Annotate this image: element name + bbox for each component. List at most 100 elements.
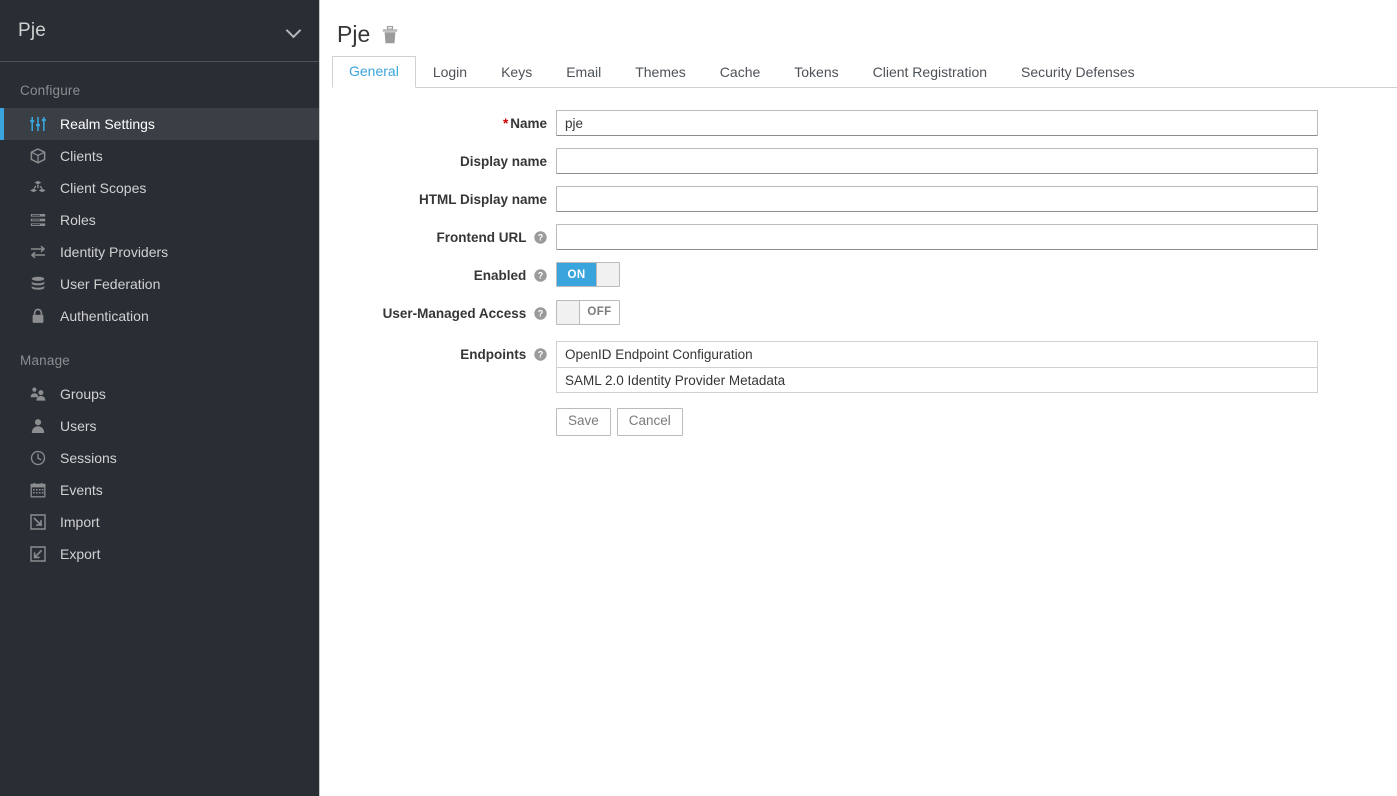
label-user-managed-access: User-Managed Access ?	[320, 300, 556, 326]
control-display-name	[556, 148, 1318, 174]
label-frontend-url: Frontend URL ?	[320, 224, 556, 250]
tab-cache[interactable]: Cache	[703, 57, 777, 89]
sidebar-item-events[interactable]: Events	[0, 474, 319, 506]
form-row-name: * Name	[320, 110, 1397, 136]
sidebar-section-title: Manage	[20, 353, 70, 368]
control-frontend-url	[556, 224, 1318, 250]
users-group-icon	[28, 386, 48, 402]
form-row-html-display-name: HTML Display name	[320, 186, 1397, 212]
sidebar-item-user-federation[interactable]: User Federation	[0, 268, 319, 300]
sidebar-item-label: Realm Settings	[60, 116, 155, 132]
label-endpoints-text: Endpoints	[460, 346, 527, 362]
sidebar-item-label: Sessions	[60, 450, 117, 466]
tab-security-defenses[interactable]: Security Defenses	[1004, 57, 1152, 89]
sidebar-item-label: Import	[60, 514, 100, 530]
form-row-user-managed-access: User-Managed Access ? OFF	[320, 299, 1397, 329]
cube-icon	[28, 148, 48, 164]
lock-icon	[28, 308, 48, 324]
realm-selector-label: Pje	[18, 19, 47, 41]
sidebar-item-authentication[interactable]: Authentication	[0, 300, 319, 332]
main-content: Pje General Login Keys Email Themes Cache Toke…	[320, 0, 1397, 796]
clock-icon	[28, 450, 48, 466]
enabled-toggle[interactable]: ON	[556, 262, 620, 287]
sidebar-nav: Configure Realm Settings Clients Client Sco…	[0, 62, 319, 570]
label-frontend-url-text: Frontend URL	[436, 230, 527, 245]
form-row-enabled: Enabled ? ON	[320, 262, 1397, 288]
label-display-name: Display name	[459, 154, 547, 169]
sidebar-item-roles[interactable]: Roles	[0, 204, 319, 236]
toggle-knob	[557, 300, 580, 324]
sidebar-item-label: Clients	[60, 148, 103, 164]
form-row-frontend-url: Frontend URL ?	[320, 224, 1397, 250]
page-header: Pje	[320, 0, 1397, 50]
export-arrow-icon	[28, 546, 48, 562]
sidebar-item-label: Identity Providers	[60, 244, 169, 260]
form-row-endpoints: Endpoints ? OpenID Endpoint Configuratio…	[320, 340, 1397, 436]
svg-text:?: ?	[538, 308, 544, 318]
tab-login[interactable]: Login	[416, 57, 484, 89]
page-title: Pje	[337, 20, 371, 47]
sidebar-item-client-scopes[interactable]: Client Scopes	[0, 172, 319, 204]
svg-text:?: ?	[538, 233, 544, 243]
app-root: Pje Configure Realm Settings Clients Client…	[0, 0, 1397, 796]
trash-icon[interactable]	[380, 24, 400, 46]
user-managed-access-toggle-label: OFF	[580, 300, 619, 324]
required-asterisk: *	[502, 116, 509, 131]
endpoint-link[interactable]: OpenID Endpoint Configuration	[556, 340, 1318, 367]
control-enabled: ON	[556, 262, 1318, 287]
sidebar-section-title: Configure	[20, 83, 81, 98]
tab-tokens[interactable]: Tokens	[777, 57, 855, 89]
sidebar-item-import[interactable]: Import	[0, 506, 319, 538]
user-managed-access-toggle[interactable]: OFF	[556, 299, 620, 325]
name-input[interactable]	[556, 110, 1318, 136]
label-name: * Name	[320, 110, 556, 134]
tab-client-registration[interactable]: Client Registration	[856, 57, 1004, 89]
save-button[interactable]: Save	[556, 407, 611, 436]
sidebar: Pje Configure Realm Settings Clients Client…	[0, 0, 320, 796]
endpoint-link[interactable]: SAML 2.0 Identity Provider Metadata	[556, 366, 1318, 393]
sidebar-item-groups[interactable]: Groups	[0, 378, 319, 410]
toggle-knob	[596, 263, 619, 286]
help-circle-icon[interactable]: ?	[534, 348, 547, 367]
help-circle-icon[interactable]: ?	[534, 269, 547, 288]
control-endpoints: OpenID Endpoint Configuration SAML 2.0 Id…	[556, 340, 1318, 436]
sidebar-item-identity-providers[interactable]: Identity Providers	[0, 236, 319, 268]
sidebar-item-label: Roles	[60, 212, 96, 228]
control-name	[556, 110, 1318, 136]
calendar-icon	[28, 482, 48, 498]
general-settings-form: *Name Display name HTML Display name	[320, 110, 1397, 436]
import-arrow-icon	[28, 514, 48, 530]
form-row-display-name: Display name	[320, 148, 1397, 174]
sidebar-item-sessions[interactable]: Sessions	[0, 442, 319, 474]
label-endpoints: Endpoints ?	[320, 341, 556, 367]
sidebar-item-clients[interactable]: Clients	[0, 140, 319, 172]
exchange-icon	[28, 244, 48, 260]
help-circle-icon[interactable]: ?	[534, 231, 547, 250]
tab-themes[interactable]: Themes	[618, 57, 703, 89]
display-name-input[interactable]	[556, 148, 1318, 174]
html-display-name-input[interactable]	[556, 186, 1318, 212]
list-icon	[28, 212, 48, 228]
tab-email[interactable]: Email	[549, 57, 618, 89]
enabled-toggle-label: ON	[557, 263, 596, 286]
endpoint-list: OpenID Endpoint Configuration SAML 2.0 Id…	[556, 340, 1318, 393]
sidebar-item-label: Events	[60, 482, 103, 498]
label-user-managed-access-text: User-Managed Access	[382, 305, 527, 321]
label-enabled-text: Enabled	[473, 268, 527, 283]
tab-keys[interactable]: Keys	[484, 57, 549, 89]
sidebar-item-realm-settings[interactable]: Realm Settings	[0, 108, 319, 140]
realm-selector[interactable]: Pje	[0, 0, 319, 62]
sidebar-item-users[interactable]: Users	[0, 410, 319, 442]
frontend-url-input[interactable]	[556, 224, 1318, 250]
sidebar-item-export[interactable]: Export	[0, 538, 319, 570]
sidebar-item-label: Authentication	[60, 308, 149, 324]
svg-text:?: ?	[538, 271, 544, 281]
cubes-icon	[28, 180, 48, 196]
svg-text:?: ?	[538, 349, 544, 359]
help-circle-icon[interactable]: ?	[534, 307, 547, 326]
sidebar-item-label: Groups	[60, 386, 106, 402]
control-user-managed-access: OFF	[556, 299, 1318, 329]
cancel-button[interactable]: Cancel	[616, 407, 683, 436]
tab-general[interactable]: General	[332, 55, 416, 88]
sidebar-item-label: Export	[60, 546, 101, 562]
